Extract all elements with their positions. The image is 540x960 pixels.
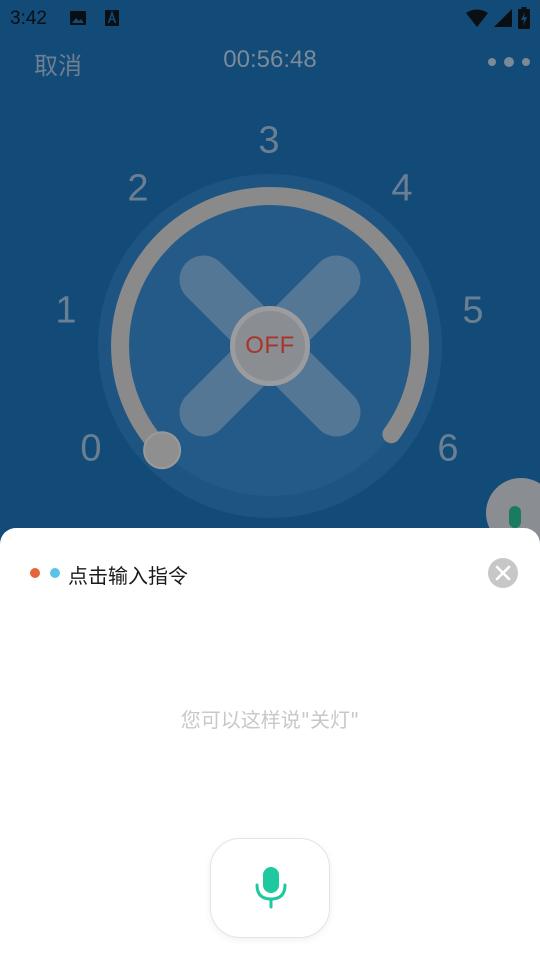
voice-hint-text: 您可以这样说"关灯" [180, 708, 360, 732]
countdown-timer: 00:56:48 [223, 46, 317, 73]
status-icons [466, 7, 530, 29]
a-notification-icon [105, 10, 119, 26]
speed-label-5[interactable]: 5 [453, 290, 493, 333]
image-icon [70, 11, 86, 25]
mic-button[interactable] [210, 838, 330, 938]
speed-label-3[interactable]: 3 [249, 120, 289, 163]
power-off-button[interactable]: OFF [230, 306, 310, 386]
voice-prompt-text[interactable]: 点击输入指令 [68, 560, 188, 589]
orange-dot [30, 568, 40, 578]
wifi-icon [466, 9, 488, 27]
status-time: 3:42 [10, 8, 47, 29]
speed-label-2[interactable]: 2 [118, 168, 158, 211]
power-off-label: OFF [245, 332, 295, 359]
mic-icon [255, 867, 287, 909]
status-bar: 3:42 [0, 0, 540, 36]
speed-label-4[interactable]: 4 [382, 168, 422, 211]
blue-dot [50, 568, 60, 578]
top-bar: 取消 00:56:48 [0, 40, 540, 84]
cell-signal-icon [494, 9, 512, 27]
speed-label-1[interactable]: 1 [46, 290, 86, 333]
battery-charging-icon [518, 7, 530, 29]
close-icon[interactable] [488, 558, 518, 588]
voice-input-sheet: 点击输入指令 您可以这样说"关灯" [0, 528, 540, 960]
more-dots-icon[interactable] [488, 54, 530, 70]
speed-label-0[interactable]: 0 [71, 428, 111, 471]
speed-label-6[interactable]: 6 [428, 428, 468, 471]
